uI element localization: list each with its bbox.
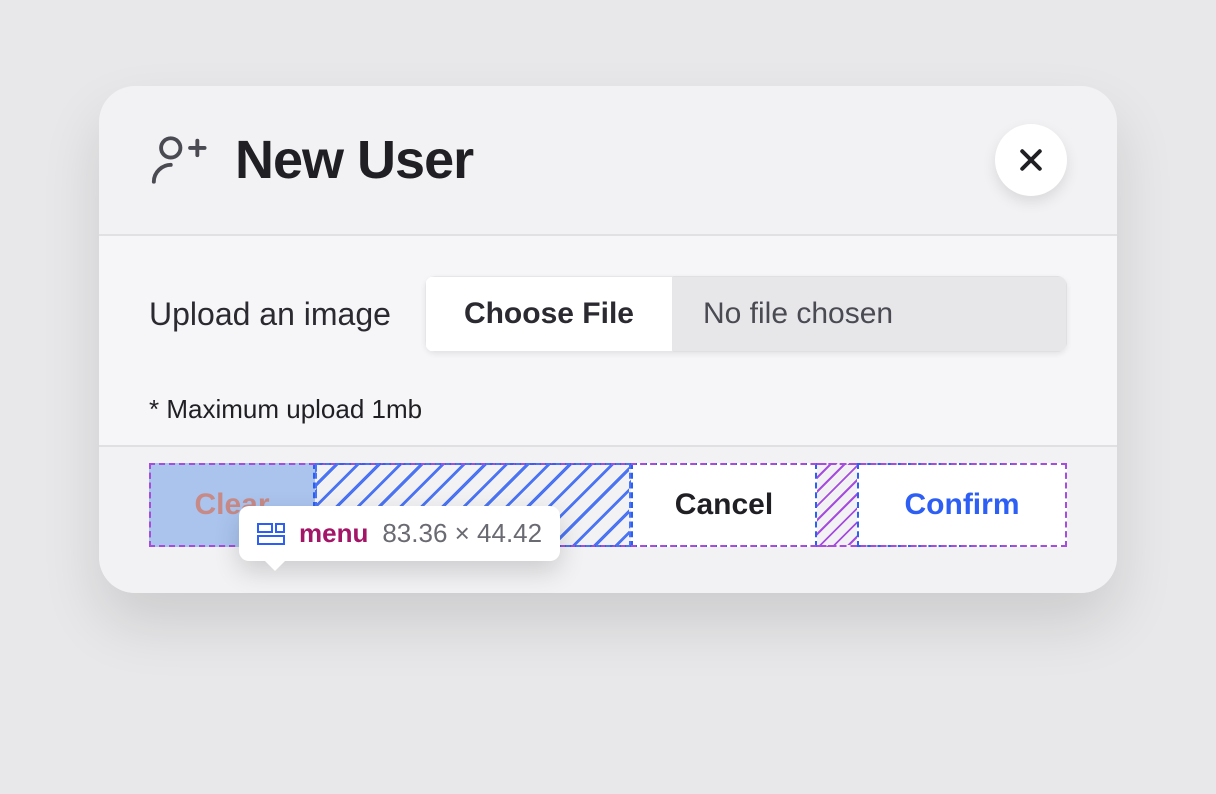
upload-label: Upload an image	[149, 296, 391, 333]
flex-gap	[817, 463, 857, 547]
confirm-button[interactable]: Confirm	[857, 463, 1067, 547]
devtools-tooltip: menu 83.36 × 44.42	[239, 506, 560, 561]
dialog-header: New User	[99, 86, 1117, 236]
file-picker: Choose File No file chosen	[425, 276, 1067, 352]
user-plus-icon	[149, 131, 207, 189]
devtools-dimensions: 83.36 × 44.42	[382, 518, 542, 549]
upload-row: Upload an image Choose File No file chos…	[149, 276, 1067, 352]
choose-file-button[interactable]: Choose File	[425, 276, 673, 352]
new-user-dialog: New User Upload an image Choose File No …	[99, 86, 1117, 593]
close-button[interactable]	[995, 124, 1067, 196]
upload-hint: * Maximum upload 1mb	[149, 394, 1067, 425]
devtools-tag: menu	[299, 518, 368, 549]
close-icon	[1016, 145, 1046, 175]
dialog-body: Upload an image Choose File No file chos…	[99, 236, 1117, 445]
flex-icon	[257, 523, 285, 545]
dialog-title: New User	[235, 129, 473, 191]
file-status: No file chosen	[673, 276, 1067, 352]
cancel-button[interactable]: Cancel	[631, 463, 817, 547]
